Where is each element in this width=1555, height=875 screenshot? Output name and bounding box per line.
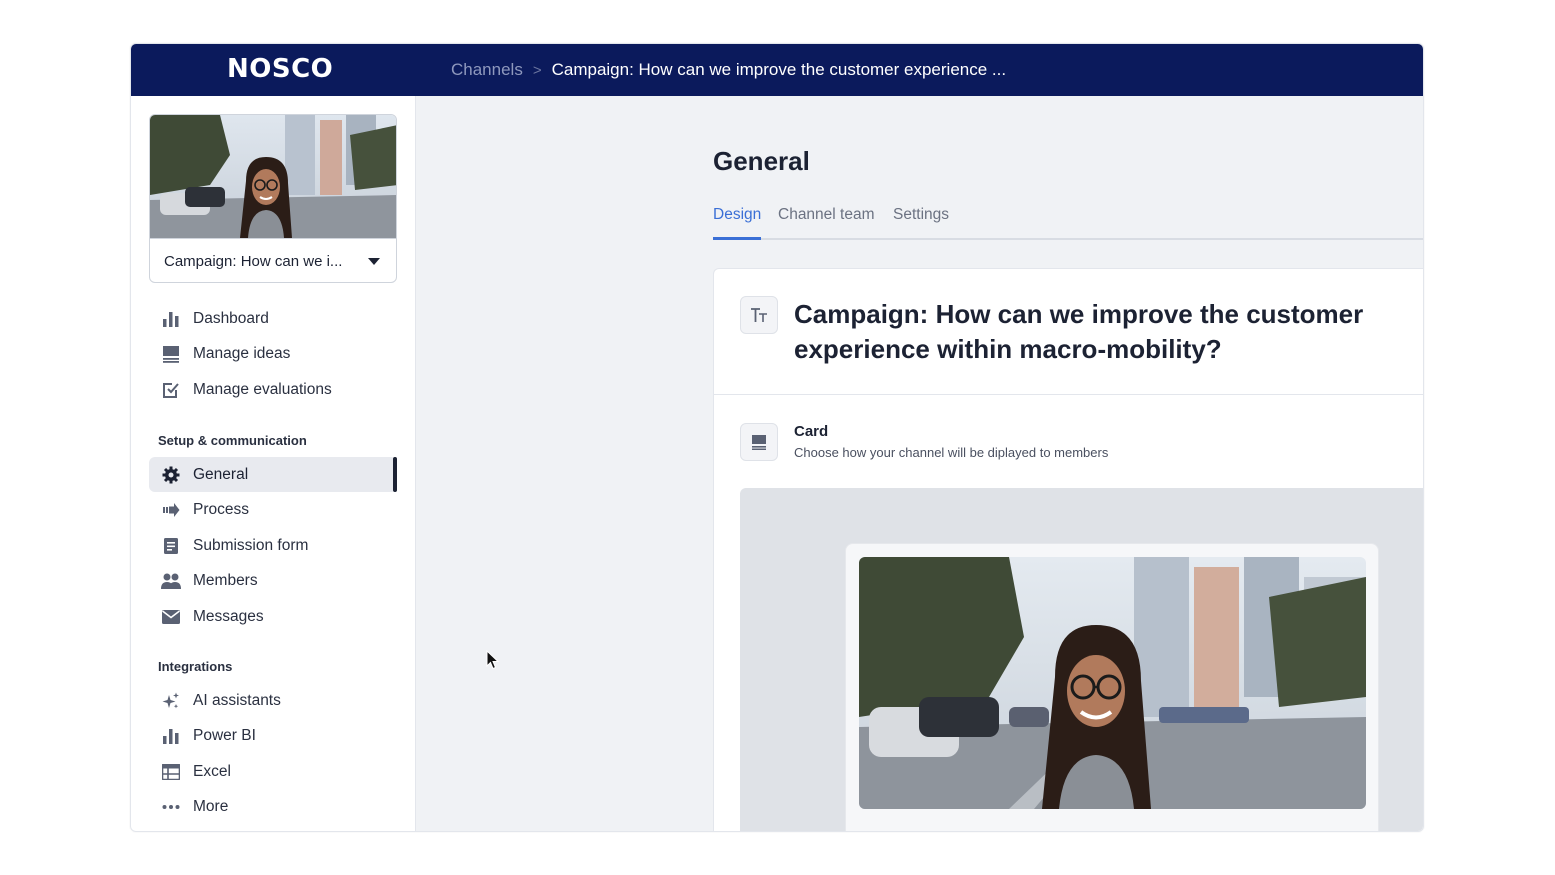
sidebar-item-label: Excel	[193, 762, 231, 780]
title-field-row[interactable]: Campaign: How can we improve the custome…	[714, 269, 1423, 395]
sidebar-item-more[interactable]: More	[149, 789, 397, 824]
sidebar-item-label: Messages	[193, 607, 264, 625]
form-icon	[161, 536, 181, 556]
sidebar-item-process[interactable]: Process	[149, 492, 397, 527]
sidebar-item-manage-ideas[interactable]: Manage ideas	[149, 336, 397, 371]
channel-dropdown[interactable]: Campaign: How can we i...	[150, 238, 396, 282]
sidebar-item-label: Process	[193, 500, 249, 518]
channel-card-preview[interactable]	[845, 543, 1379, 831]
sidebar-item-label: Power BI	[193, 726, 256, 744]
mouse-cursor-icon	[486, 649, 500, 675]
breadcrumb-current: Campaign: How can we improve the custome…	[551, 60, 1007, 79]
breadcrumb-channels-link[interactable]: Channels	[451, 60, 523, 80]
sidebar-item-label: Manage ideas	[193, 344, 291, 362]
sidebar-item-label: Manage evaluations	[193, 380, 332, 398]
process-arrow-icon	[161, 500, 181, 520]
checkbox-icon	[161, 380, 181, 400]
section-label-setup: Setup & communication	[158, 433, 307, 448]
gear-icon	[161, 465, 181, 485]
sidebar-item-excel[interactable]: Excel	[149, 754, 397, 789]
card-section-title: Card	[794, 423, 829, 440]
sidebar-item-messages[interactable]: Messages	[149, 599, 397, 634]
text-format-icon	[740, 296, 778, 334]
design-panel: Campaign: How can we improve the custome…	[713, 268, 1423, 831]
channel-dropdown-value: Campaign: How can we i...	[164, 252, 343, 270]
envelope-icon	[161, 607, 181, 627]
nosco-logo[interactable]: NOSCO	[227, 54, 333, 84]
channel-cover-image	[859, 557, 1366, 809]
breadcrumb: Channels > Campaign: How can we improve …	[451, 60, 1006, 80]
top-bar: NOSCO Channels > Campaign: How can we im…	[131, 44, 1423, 96]
channel-selector-card[interactable]: Campaign: How can we i...	[149, 114, 397, 283]
tab-settings[interactable]: Settings	[893, 206, 949, 224]
table-icon	[161, 762, 181, 782]
tab-bar: Design Channel team Settings	[713, 202, 1423, 240]
card-section-description: Choose how your channel will be diplayed…	[794, 445, 1109, 460]
list-icon	[161, 344, 181, 364]
tab-channel-team[interactable]: Channel team	[778, 206, 875, 224]
section-label-integrations: Integrations	[158, 659, 233, 674]
bar-chart-icon	[161, 726, 181, 746]
channel-thumbnail-image	[150, 115, 396, 238]
sidebar-item-label: Dashboard	[193, 309, 269, 327]
sidebar-item-label: Members	[193, 571, 258, 589]
caret-down-icon	[368, 258, 380, 265]
sidebar: Campaign: How can we i... Dashboard Mana…	[131, 96, 416, 831]
app-window: NOSCO Channels > Campaign: How can we im…	[130, 43, 1424, 832]
sidebar-item-members[interactable]: Members	[149, 563, 397, 598]
sidebar-item-label: General	[193, 465, 249, 483]
card-layout-icon	[740, 423, 778, 461]
tab-design[interactable]: Design	[713, 206, 761, 224]
main-content: General Design Channel team Settings Cam…	[416, 96, 1423, 831]
page-title: General	[713, 146, 810, 176]
card-preview-area	[740, 488, 1423, 831]
sidebar-item-label: More	[193, 797, 229, 815]
more-dots-icon	[161, 797, 181, 817]
breadcrumb-separator: >	[532, 61, 542, 79]
sparkle-icon	[161, 691, 181, 711]
sidebar-item-power-bi[interactable]: Power BI	[149, 718, 397, 753]
sidebar-item-submission-form[interactable]: Submission form	[149, 528, 397, 563]
sidebar-item-general[interactable]: General	[149, 457, 397, 492]
sidebar-item-manage-evaluations[interactable]: Manage evaluations	[149, 372, 397, 407]
sidebar-item-ai-assistants[interactable]: AI assistants	[149, 683, 397, 718]
sidebar-item-label: AI assistants	[193, 691, 281, 709]
campaign-title-text[interactable]: Campaign: How can we improve the custome…	[794, 297, 1394, 367]
sidebar-item-dashboard[interactable]: Dashboard	[149, 301, 397, 336]
sidebar-item-label: Submission form	[193, 536, 309, 554]
active-tab-indicator	[713, 237, 761, 240]
members-icon	[161, 571, 181, 591]
bar-chart-icon	[161, 309, 181, 329]
